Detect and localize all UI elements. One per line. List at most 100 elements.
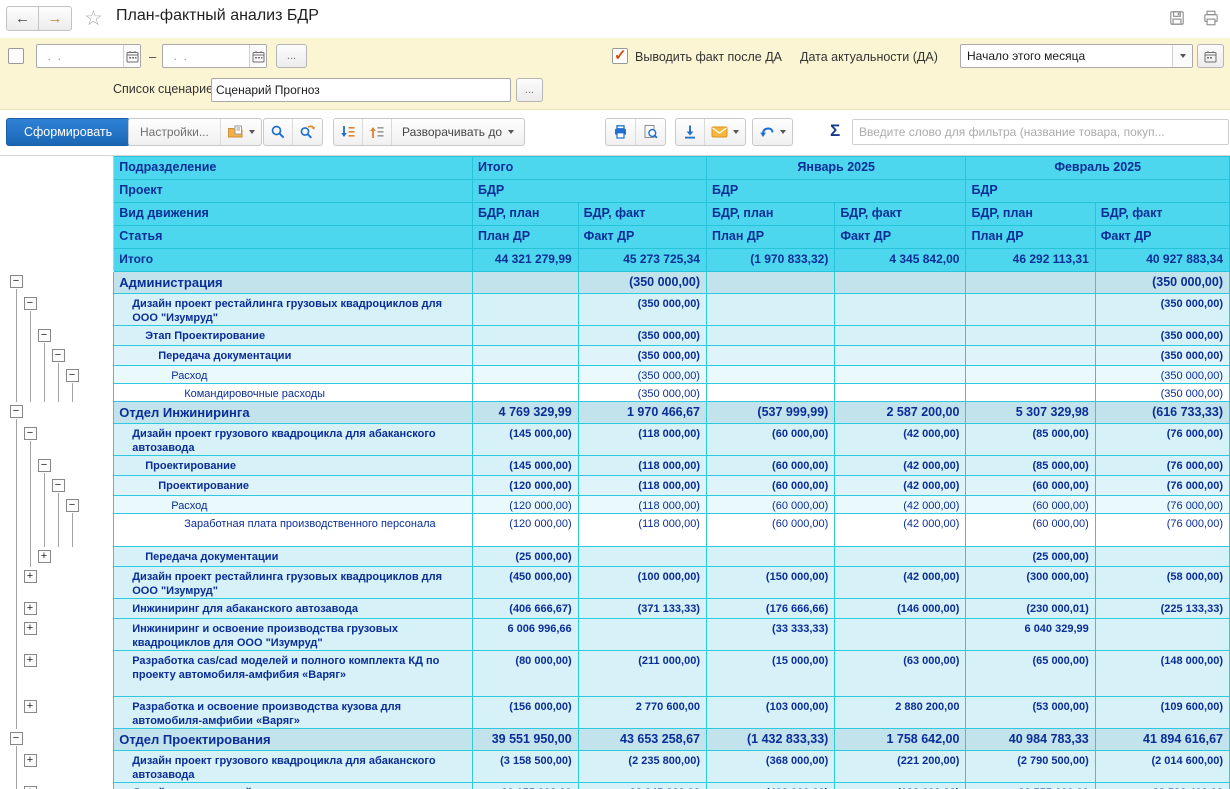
- header-cell[interactable]: Итого: [472, 157, 706, 180]
- print-icon[interactable]: [1202, 9, 1220, 27]
- header-cell[interactable]: Февраль 2025: [966, 157, 1230, 180]
- cell-value[interactable]: 39 551 950,00: [472, 729, 578, 751]
- period-more-button[interactable]: ...: [276, 44, 307, 68]
- settings-button[interactable]: Настройки...: [129, 119, 221, 145]
- cell-value[interactable]: (300 000,00): [966, 567, 1095, 599]
- cell-value[interactable]: (58 000,00): [1095, 567, 1229, 599]
- tree-collapse-toggle[interactable]: −: [24, 427, 37, 440]
- header-cell[interactable]: Январь 2025: [706, 157, 965, 180]
- row-label[interactable]: Разработка и освоение производства кузов…: [114, 697, 473, 729]
- tree-expand-toggle[interactable]: +: [24, 754, 37, 767]
- cell-value[interactable]: (25 000,00): [966, 547, 1095, 567]
- cell-value[interactable]: [706, 326, 834, 346]
- cell-value[interactable]: 1 758 642,00: [835, 729, 966, 751]
- cell-value[interactable]: [966, 294, 1095, 326]
- header-cell[interactable]: БДР, факт: [1095, 203, 1229, 226]
- cell-value[interactable]: (85 000,00): [966, 424, 1095, 456]
- header-cell[interactable]: 45 273 725,34: [578, 249, 706, 272]
- cell-value[interactable]: (60 000,00): [706, 514, 834, 547]
- actual-date-select[interactable]: Начало этого месяца: [960, 44, 1193, 68]
- cell-value[interactable]: 22 526 400,00: [1095, 783, 1229, 789]
- scenario-input[interactable]: [212, 79, 510, 101]
- cell-value[interactable]: 22 345 800,00: [578, 783, 706, 789]
- cell-value[interactable]: (76 000,00): [1095, 456, 1229, 476]
- save-icon[interactable]: [1168, 9, 1186, 27]
- cell-value[interactable]: (118 000,00): [578, 514, 706, 547]
- header-cell[interactable]: План ДР: [472, 226, 578, 249]
- header-cell[interactable]: Вид движения: [114, 203, 473, 226]
- cell-value[interactable]: (350 000,00): [578, 366, 706, 384]
- scenario-more-button[interactable]: ...: [516, 78, 543, 102]
- header-cell[interactable]: Факт ДР: [1095, 226, 1229, 249]
- cell-value[interactable]: (371 133,33): [578, 599, 706, 619]
- cell-value[interactable]: [706, 547, 834, 567]
- cell-value[interactable]: (2 790 500,00): [966, 751, 1095, 783]
- cell-value[interactable]: [706, 294, 834, 326]
- cell-value[interactable]: 5 307 329,98: [966, 402, 1095, 424]
- row-label[interactable]: Дизайн проект рестайлинга грузовых квадр…: [114, 294, 473, 326]
- header-cell[interactable]: БДР: [706, 180, 965, 203]
- cell-value[interactable]: (350 000,00): [578, 326, 706, 346]
- cell-value[interactable]: (25 000,00): [472, 547, 578, 567]
- header-cell[interactable]: БДР, факт: [835, 203, 966, 226]
- cell-value[interactable]: (15 000,00): [706, 651, 834, 697]
- row-label[interactable]: Отдел Проектирования: [114, 729, 473, 751]
- row-label[interactable]: Дизайн проект рестайлинга грузовых квадр…: [114, 567, 473, 599]
- header-cell[interactable]: БДР, факт: [578, 203, 706, 226]
- cell-value[interactable]: (76 000,00): [1095, 496, 1229, 514]
- cell-value[interactable]: (221 200,00): [835, 751, 966, 783]
- date-to-calendar-button[interactable]: [249, 45, 266, 67]
- cell-value[interactable]: (42 000,00): [835, 424, 966, 456]
- cell-value[interactable]: (65 000,00): [966, 651, 1095, 697]
- row-label[interactable]: Дизайн проект рестайлинга грузовых: [114, 783, 473, 789]
- cell-value[interactable]: [472, 294, 578, 326]
- row-label[interactable]: Дизайн проект грузового квадроцикла для …: [114, 424, 473, 456]
- cell-value[interactable]: (33 333,33): [706, 619, 834, 651]
- report-variants-button[interactable]: [221, 119, 261, 145]
- cell-value[interactable]: 43 653 258,67: [578, 729, 706, 751]
- sum-icon[interactable]: Σ: [830, 121, 840, 141]
- cell-value[interactable]: (350 000,00): [1095, 294, 1229, 326]
- tree-expand-toggle[interactable]: +: [24, 786, 37, 789]
- favorite-star-icon[interactable]: ☆: [84, 6, 103, 31]
- cell-value[interactable]: [835, 384, 966, 402]
- actual-date-calendar-button[interactable]: [1197, 44, 1224, 68]
- cell-value[interactable]: (42 000,00): [835, 514, 966, 547]
- cell-value[interactable]: (42 000,00): [835, 496, 966, 514]
- tree-expand-toggle[interactable]: +: [38, 550, 51, 563]
- header-cell[interactable]: План ДР: [706, 226, 834, 249]
- quick-filter-input[interactable]: [853, 120, 1228, 144]
- tree-collapse-toggle[interactable]: −: [24, 297, 37, 310]
- header-cell[interactable]: (1 970 833,32): [706, 249, 834, 272]
- cell-value[interactable]: (60 000,00): [966, 496, 1095, 514]
- cell-value[interactable]: (103 000,00): [706, 697, 834, 729]
- cell-value[interactable]: (42 000,00): [835, 476, 966, 496]
- cell-value[interactable]: (118 000,00): [578, 456, 706, 476]
- date-to-field[interactable]: [162, 44, 267, 68]
- cell-value[interactable]: [966, 366, 1095, 384]
- cell-value[interactable]: (60 000,00): [966, 476, 1095, 496]
- header-cell[interactable]: 4 345 842,00: [835, 249, 966, 272]
- header-cell[interactable]: Проект: [114, 180, 473, 203]
- period-checkbox[interactable]: [8, 48, 24, 64]
- cell-value[interactable]: [706, 272, 834, 294]
- forward-button[interactable]: →: [39, 6, 72, 31]
- cell-value[interactable]: [835, 547, 966, 567]
- collapse-rows-button[interactable]: [334, 119, 363, 145]
- header-cell[interactable]: Факт ДР: [578, 226, 706, 249]
- cell-value[interactable]: (63 000,00): [835, 651, 966, 697]
- cell-value[interactable]: (156 000,00): [472, 697, 578, 729]
- row-label[interactable]: Расход: [114, 496, 473, 514]
- cell-value[interactable]: (120 000,00): [472, 514, 578, 547]
- search-next-button[interactable]: [293, 119, 322, 145]
- cell-value[interactable]: (230 000,01): [966, 599, 1095, 619]
- cell-value[interactable]: [1095, 547, 1229, 567]
- cell-value[interactable]: [472, 384, 578, 402]
- cell-value[interactable]: (76 000,00): [1095, 424, 1229, 456]
- search-button[interactable]: [264, 119, 293, 145]
- tree-collapse-toggle[interactable]: −: [10, 405, 23, 418]
- cell-value[interactable]: (350 000,00): [1095, 346, 1229, 366]
- row-label[interactable]: Командировочные расходы: [114, 384, 473, 402]
- cell-value[interactable]: (120 000,00): [472, 476, 578, 496]
- header-cell[interactable]: Подразделение: [114, 157, 473, 180]
